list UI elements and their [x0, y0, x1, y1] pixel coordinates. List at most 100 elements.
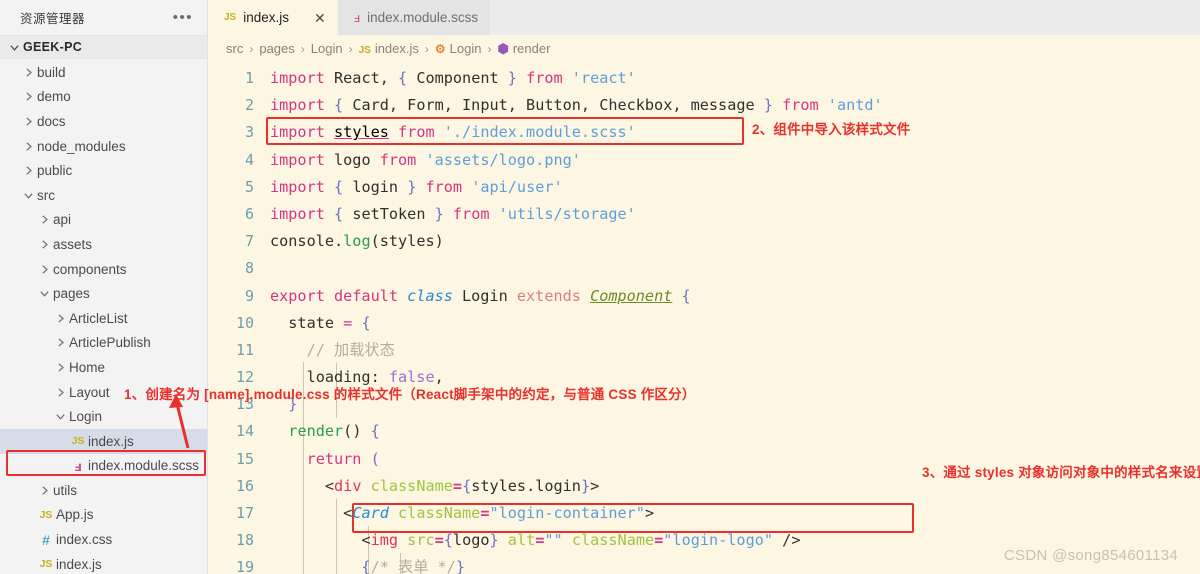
tree-item-login[interactable]: Login	[0, 404, 207, 429]
annotation-1: 1、创建名为 [name].module.css 的样式文件（React脚手架中…	[124, 387, 696, 402]
chevron-right-icon	[52, 387, 69, 398]
tree-item-index-module-scss[interactable]: ⅎ index.module.scss	[0, 454, 207, 479]
code-line-text: import logo from 'assets/logo.png'	[270, 150, 581, 169]
chevron-down-icon	[36, 288, 53, 299]
chevron-down-icon	[52, 411, 69, 422]
code-line-text: {/* 表单 */}	[270, 558, 465, 574]
tree-item-api[interactable]: api	[0, 208, 207, 233]
line-number: 8	[244, 259, 254, 278]
chevron-right-icon	[52, 337, 69, 348]
tree-item-label: Login	[69, 409, 103, 425]
chevron-down-icon	[6, 42, 23, 53]
breadcrumb-separator: ›	[249, 41, 254, 56]
tree-item-components[interactable]: components	[0, 257, 207, 282]
tree-item-label: node_modules	[37, 138, 126, 154]
tree-item-utils[interactable]: utils	[0, 478, 207, 503]
breadcrumb-item-src[interactable]: src	[226, 41, 243, 56]
tree-item-index-css[interactable]: # index.css	[0, 527, 207, 552]
annotation-2: 2、组件中导入该样式文件	[752, 122, 911, 137]
tree-item-label: index.js	[88, 433, 134, 449]
tree-item-label: index.js	[56, 556, 102, 572]
tree-item-index-js[interactable]: JS index.js	[0, 552, 207, 574]
code-line-text: console.log(styles)	[270, 232, 444, 251]
breadcrumb-separator: ›	[300, 41, 305, 56]
tree-item-pages[interactable]: pages	[0, 281, 207, 306]
tree-item-home[interactable]: Home	[0, 355, 207, 380]
tree-item-label: Home	[69, 359, 106, 375]
method-icon: ⬢	[497, 40, 509, 56]
tree-item-label: index.css	[56, 532, 113, 548]
tree-item-demo[interactable]: demo	[0, 85, 207, 110]
code-line: 1 import React, { Component } from 'react…	[208, 65, 1200, 92]
code-line: 3 import styles from './index.module.scss…	[208, 119, 1200, 146]
chevron-right-icon	[36, 485, 53, 496]
ellipsis-icon[interactable]: •••	[173, 10, 193, 25]
tree-item-app-js[interactable]: JS App.js	[0, 503, 207, 528]
breadcrumb-item-index-js[interactable]: JS index.js	[359, 41, 419, 56]
tree-item-label: public	[37, 163, 73, 179]
tree-item-public[interactable]: public	[0, 158, 207, 183]
editor-area: JS index.js ✕ ⅎ index.module.scss src › pages ›…	[208, 0, 1200, 574]
tree-item-label: assets	[53, 236, 93, 252]
chevron-right-icon	[36, 239, 53, 250]
line-number: 5	[244, 177, 254, 196]
tree-item-label: App.js	[56, 507, 94, 523]
line-number: 11	[235, 340, 254, 359]
code-line-text: <img src={logo} alt="" className="login-…	[361, 531, 801, 550]
chevron-right-icon	[20, 67, 37, 78]
line-number: 7	[244, 232, 254, 251]
code-line-text: import { login } from 'api/user'	[270, 177, 563, 196]
watermark: CSDN @song854601134	[1003, 547, 1178, 564]
code-line-text: export default class Login extends Compo…	[270, 286, 691, 305]
tree-item-label: Layout	[69, 384, 110, 400]
code-line: 6 import { setToken } from 'utils/storage…	[208, 201, 1200, 228]
line-number: 3	[244, 123, 254, 142]
tab-index-module-scss[interactable]: ⅎ index.module.scss	[337, 0, 491, 35]
code-editor[interactable]: 1 import React, { Component } from 'react…	[208, 62, 1200, 574]
breadcrumb-label: Login	[310, 41, 343, 56]
editor-tabbar: JS index.js ✕ ⅎ index.module.scss	[208, 0, 1200, 35]
tree-item-label: ArticleList	[69, 310, 128, 326]
breadcrumb-item-login[interactable]: Login	[311, 41, 343, 56]
code-line: 8	[208, 255, 1200, 282]
annotation-3: 3、通过 styles 对象访问对象中的样式名来设置样式	[922, 465, 1200, 480]
code-line-text: import styles from './index.module.scss'	[270, 123, 636, 142]
code-line: 2 import { Card, Form, Input, Button, Che…	[208, 92, 1200, 119]
chevron-right-icon	[52, 362, 69, 373]
tree-item-articlelist[interactable]: ArticleList	[0, 306, 207, 331]
code-line: 5 import { login } from 'api/user'	[208, 174, 1200, 201]
line-number: 10	[235, 313, 254, 332]
tree-item-src[interactable]: src	[0, 183, 207, 208]
chevron-right-icon	[36, 214, 53, 225]
tree-item-articlepublish[interactable]: ArticlePublish	[0, 331, 207, 356]
breadcrumb-item-login[interactable]: ⚙ Login	[435, 41, 482, 56]
tree-item-node-modules[interactable]: node_modules	[0, 134, 207, 159]
line-number: 1	[244, 69, 254, 87]
explorer-root-row[interactable]: GEEK-PC	[0, 35, 207, 59]
code-line: 4 import logo from 'assets/logo.png'	[208, 147, 1200, 174]
code-line: 7 console.log(styles)	[208, 228, 1200, 255]
vscode-window: 资源管理器 ••• GEEK-PC build demo docs node_modu…	[0, 0, 1200, 574]
breadcrumb-separator: ›	[424, 41, 429, 56]
tree-item-label: ArticlePublish	[69, 335, 151, 351]
tree-item-assets[interactable]: assets	[0, 232, 207, 257]
chevron-down-icon	[20, 190, 37, 201]
tab-index-js[interactable]: JS index.js ✕	[208, 0, 338, 35]
code-line: 9 export default class Login extends Comp…	[208, 283, 1200, 310]
js-file-icon: JS	[39, 508, 53, 521]
code-line-text: import React, { Component } from 'react'	[270, 69, 636, 87]
breadcrumb-label: index.js	[374, 41, 419, 56]
tree-item-build[interactable]: build	[0, 60, 207, 85]
breadcrumb-item-render[interactable]: ⬢ render	[497, 41, 550, 57]
tree-item-index-js[interactable]: JS index.js	[0, 428, 207, 454]
breadcrumb-label: Login	[449, 41, 482, 56]
breadcrumb-label: pages	[259, 41, 295, 56]
tree-item-docs[interactable]: docs	[0, 109, 207, 134]
tabbar-empty-space	[490, 0, 1200, 35]
explorer-root-label: GEEK-PC	[23, 40, 83, 54]
tree-item-label: build	[37, 64, 66, 80]
breadcrumb-item-pages[interactable]: pages	[259, 41, 294, 56]
tab-label: index.js	[243, 10, 290, 25]
code-line-text: // 加载状态	[270, 340, 395, 359]
close-icon[interactable]: ✕	[314, 11, 326, 25]
